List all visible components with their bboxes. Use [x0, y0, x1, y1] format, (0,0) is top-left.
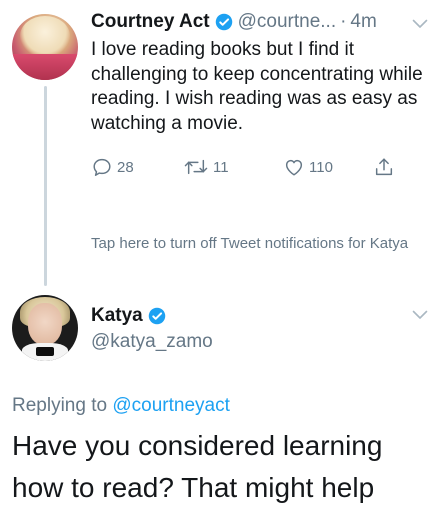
avatar-katya[interactable] [12, 295, 78, 361]
tweet-thread: Courtney Act @courtne... · 4m I love rea… [0, 0, 438, 530]
tweet1-timestamp[interactable]: 4m [350, 10, 376, 34]
like-count: 110 [309, 158, 333, 176]
retweet-button[interactable]: 11 [183, 156, 229, 178]
share-icon [375, 158, 393, 176]
time-separator: · [340, 11, 347, 32]
reply-count: 28 [117, 158, 134, 176]
like-button[interactable]: 110 [283, 156, 333, 178]
avatar-hair [20, 16, 70, 56]
tweet1-action-bar: 28 11 110 [91, 156, 421, 180]
tweet1-header: Courtney Act @courtne... · 4m [91, 10, 431, 34]
chevron-down-icon[interactable] [412, 310, 428, 320]
retweet-count: 11 [213, 158, 229, 176]
thread-connector-line [44, 86, 47, 286]
reply-button[interactable]: 28 [91, 156, 134, 178]
tweet2-author-name[interactable]: Katya [91, 304, 143, 328]
chevron-down-icon[interactable] [412, 19, 428, 29]
avatar-face [28, 303, 62, 345]
notification-toggle-link[interactable]: Tap here to turn off Tweet notifications… [91, 233, 421, 254]
tweet2-text: Have you considered learning how to read… [12, 430, 383, 503]
verified-badge-icon [215, 13, 232, 31]
share-button[interactable] [373, 156, 395, 178]
verified-badge-icon [148, 307, 165, 325]
replying-to-prefix: Replying to [12, 395, 113, 416]
avatar-courtney-act[interactable] [12, 14, 78, 80]
heart-icon [285, 159, 303, 176]
avatar-dress [12, 54, 78, 80]
reply-icon [93, 158, 111, 176]
replying-to-mention-link[interactable]: @courtneyact [112, 395, 230, 416]
tweet1-author-name[interactable]: Courtney Act [91, 10, 210, 34]
avatar-bow-tie [36, 347, 54, 356]
tweet1-author-handle[interactable]: @courtne... [238, 10, 337, 34]
tweet2-header: Katya [91, 304, 171, 328]
tweet1-text: I love reading books but I find it chall… [91, 39, 423, 134]
retweet-icon [184, 159, 208, 175]
replying-to-line: Replying to @courtneyact [12, 394, 230, 418]
tweet2-author-handle[interactable]: @katya_zamo [91, 330, 213, 354]
